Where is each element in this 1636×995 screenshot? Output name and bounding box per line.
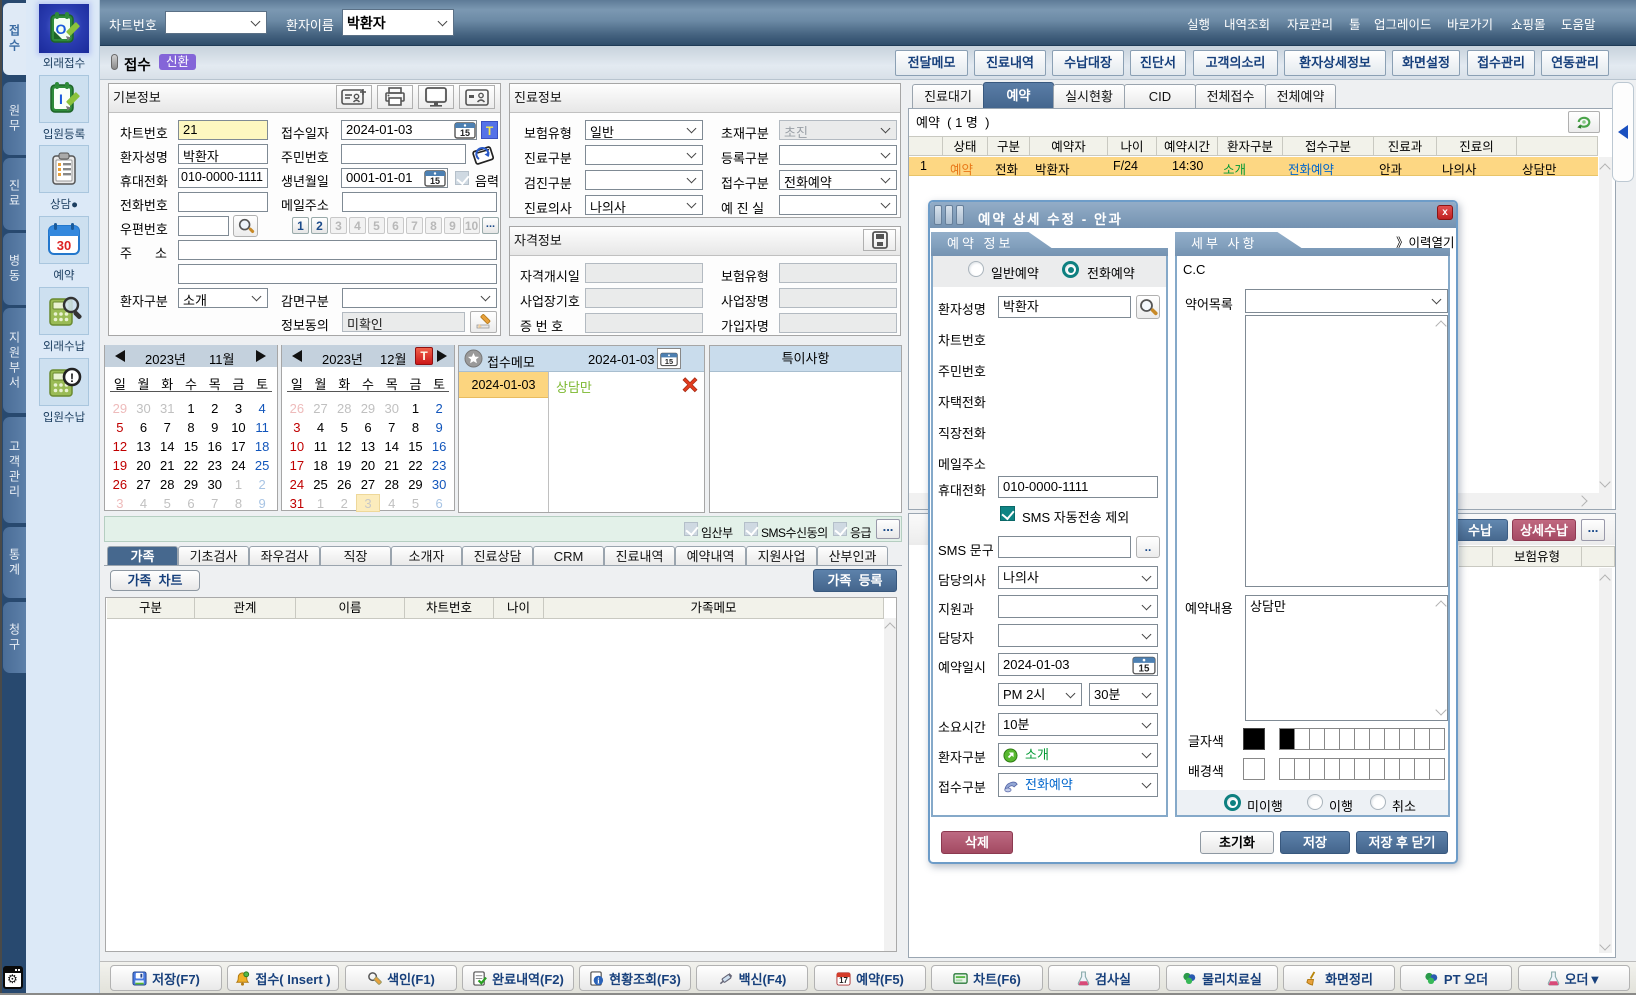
svg-text:15: 15 (460, 128, 470, 138)
svg-text:30: 30 (57, 238, 71, 253)
svg-text:O: O (56, 21, 67, 37)
svg-text:17: 17 (839, 976, 848, 985)
svg-text:I: I (59, 91, 63, 107)
svg-text:15: 15 (665, 356, 673, 365)
svg-text:15: 15 (1139, 664, 1150, 675)
svg-text:15: 15 (430, 176, 440, 186)
svg-text:!: ! (70, 371, 74, 385)
